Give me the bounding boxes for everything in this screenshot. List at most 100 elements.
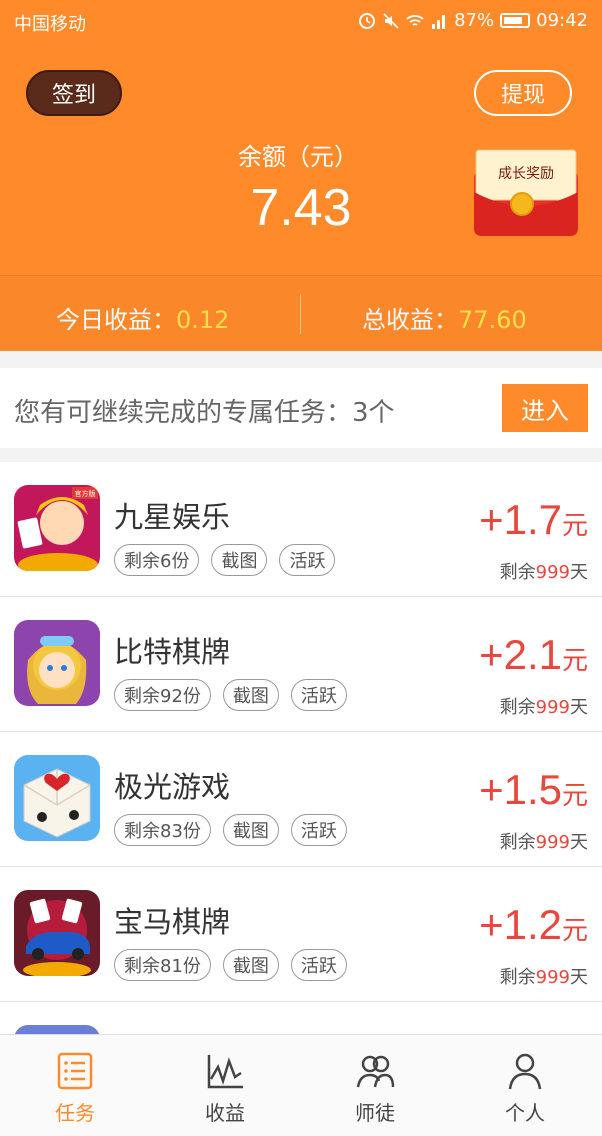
signin-button[interactable]: 签到 xyxy=(26,70,122,116)
task-reward: +1.7元 xyxy=(479,496,588,544)
remaining-tag: 剩余92份 xyxy=(114,679,211,711)
people-icon xyxy=(356,1055,395,1088)
bottom-tab-bar: 任务 收益 师徒 个人 xyxy=(0,1034,602,1136)
reward-amount: +1.5 xyxy=(479,766,562,813)
app-icon-next xyxy=(14,1025,100,1034)
reward-unit: 元 xyxy=(561,781,588,811)
earnings-stats: 今日收益：0.12 总收益：77.60 xyxy=(0,275,602,351)
status-icons: 87% 09:42 xyxy=(358,10,588,31)
screenshot-tag: 截图 xyxy=(222,814,279,846)
remaining-tag: 剩余6份 xyxy=(114,544,200,576)
battery-percent: 87% xyxy=(454,10,495,31)
tab-label: 任务 xyxy=(55,1101,95,1125)
reward-amount: +2.1 xyxy=(479,631,562,678)
days-suffix: 天 xyxy=(570,697,588,718)
status-bar: 中国移动 87% 09:42 xyxy=(0,0,602,42)
today-earnings: 今日收益：0.12 xyxy=(56,300,229,335)
task-item[interactable]: 极光游戏 剩余83份 截图 活跃 +1.5元 剩余999天 xyxy=(0,732,602,867)
app-icon-baoma xyxy=(14,890,100,976)
remaining-tag: 剩余83份 xyxy=(114,814,211,846)
task-item[interactable]: 比特棋牌 剩余92份 截图 活跃 +2.1元 剩余999天 xyxy=(0,597,602,732)
exclusive-task-banner: 您有可继续完成的专属任务：3个 进入 xyxy=(0,368,602,448)
list-icon xyxy=(57,1052,93,1090)
task-list: 官方版 九星娱乐 剩余6份 截图 活跃 +1.7元 剩余999天 比特棋牌 剩余… xyxy=(0,462,602,1034)
task-tags: 剩余6份 截图 活跃 xyxy=(114,544,336,576)
active-tag: 活跃 xyxy=(290,679,347,711)
task-tags: 剩余81份 截图 活跃 xyxy=(114,949,347,981)
reward-unit: 元 xyxy=(561,916,588,946)
tab-label: 个人 xyxy=(505,1101,545,1125)
days-prefix: 剩余 xyxy=(499,562,536,583)
tab-mentors[interactable]: 师徒 xyxy=(300,1035,450,1136)
reward-unit: 元 xyxy=(561,646,588,676)
task-reward: +1.2元 xyxy=(479,901,588,949)
days-suffix: 天 xyxy=(570,562,588,583)
tab-profile[interactable]: 个人 xyxy=(450,1035,600,1136)
days-remaining: 剩余999天 xyxy=(500,558,588,584)
total-earnings: 总收益：77.60 xyxy=(362,300,527,335)
person-icon xyxy=(508,1053,542,1090)
tab-label: 收益 xyxy=(205,1101,245,1125)
days-value: 999 xyxy=(535,697,570,718)
tab-label: 师徒 xyxy=(355,1101,395,1125)
wifi-icon xyxy=(406,14,424,26)
clock: 09:42 xyxy=(536,10,588,31)
growth-reward-text: 成长奖励 xyxy=(498,165,554,182)
days-remaining: 剩余999天 xyxy=(500,963,588,989)
task-item-partial[interactable] xyxy=(0,1002,602,1034)
reward-amount: +1.2 xyxy=(479,901,562,948)
total-earnings-value: 77.60 xyxy=(458,306,527,334)
app-icon-jiuxing: 官方版 xyxy=(14,485,100,571)
task-name: 极光游戏 xyxy=(114,770,231,804)
active-tag: 活跃 xyxy=(279,544,336,576)
task-name: 宝马棋牌 xyxy=(114,905,231,939)
reward-amount: +1.7 xyxy=(479,496,562,543)
days-prefix: 剩余 xyxy=(499,697,536,718)
task-reward: +2.1元 xyxy=(479,631,588,679)
days-value: 999 xyxy=(535,832,570,853)
today-earnings-value: 0.12 xyxy=(176,306,230,334)
task-item[interactable]: 宝马棋牌 剩余81份 截图 活跃 +1.2元 剩余999天 xyxy=(0,867,602,1002)
mute-icon xyxy=(383,12,399,29)
days-value: 999 xyxy=(535,562,570,583)
days-suffix: 天 xyxy=(570,832,588,853)
growth-reward-button[interactable]: 成长奖励 xyxy=(466,148,584,240)
reward-unit: 元 xyxy=(561,511,588,541)
days-value: 999 xyxy=(535,967,570,988)
tab-tasks[interactable]: 任务 xyxy=(0,1035,150,1136)
battery-icon xyxy=(500,13,531,28)
days-suffix: 天 xyxy=(570,967,588,988)
app-icon-jiguang xyxy=(14,755,100,841)
enter-button[interactable]: 进入 xyxy=(502,384,588,432)
screenshot-tag: 截图 xyxy=(211,544,268,576)
tab-earnings[interactable]: 收益 xyxy=(150,1035,300,1136)
app-icon-bite xyxy=(14,620,100,706)
task-tags: 剩余92份 截图 活跃 xyxy=(114,679,347,711)
days-prefix: 剩余 xyxy=(499,967,536,988)
withdraw-button[interactable]: 提现 xyxy=(474,70,572,116)
remaining-tag: 剩余81份 xyxy=(114,949,211,981)
alarm-icon xyxy=(359,12,376,29)
screenshot-tag: 截图 xyxy=(222,679,279,711)
active-tag: 活跃 xyxy=(290,814,347,846)
task-item[interactable]: 官方版 九星娱乐 剩余6份 截图 活跃 +1.7元 剩余999天 xyxy=(0,462,602,597)
exclusive-task-text: 您有可继续完成的专属任务：3个 xyxy=(14,398,395,428)
header: 中国移动 87% 09:42 签到 提现 余额（元） 7.43 成长奖励 xyxy=(0,0,602,275)
active-tag: 活跃 xyxy=(290,949,347,981)
official-badge: 官方版 xyxy=(75,489,96,498)
task-name: 比特棋牌 xyxy=(114,635,231,669)
red-envelope-icon: 成长奖励 xyxy=(474,149,578,236)
chart-icon xyxy=(207,1055,243,1089)
task-tags: 剩余83份 截图 活跃 xyxy=(114,814,347,846)
carrier-label: 中国移动 xyxy=(14,14,86,35)
screenshot-tag: 截图 xyxy=(222,949,279,981)
today-earnings-label: 今日收益： xyxy=(56,306,176,334)
task-name: 九星娱乐 xyxy=(114,500,231,534)
stats-divider xyxy=(300,294,301,334)
days-prefix: 剩余 xyxy=(499,832,536,853)
task-reward: +1.5元 xyxy=(479,766,588,814)
days-remaining: 剩余999天 xyxy=(500,693,588,719)
total-earnings-label: 总收益： xyxy=(362,306,458,334)
days-remaining: 剩余999天 xyxy=(500,828,588,854)
signal-icon xyxy=(432,14,446,29)
